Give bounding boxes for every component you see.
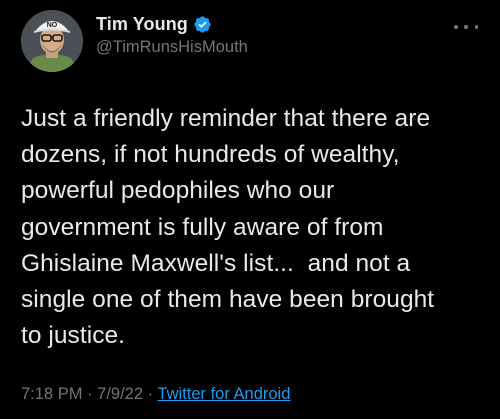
author-block: Tim Young @TimRunsHisMouth — [96, 12, 248, 57]
display-name-row: Tim Young — [96, 12, 248, 36]
more-dot — [454, 25, 458, 29]
display-name[interactable]: Tim Young — [96, 14, 188, 35]
meta-separator: · — [147, 385, 154, 403]
tweet-metadata: 7:18 PM · 7/9/22 · Twitter for Android — [21, 385, 290, 404]
verified-badge-icon — [193, 15, 212, 34]
avatar[interactable]: NO — [21, 10, 83, 72]
tweet-card: NO Tim Young @TimRunsHisMouth Just a fri… — [0, 0, 500, 419]
tweet-source-link[interactable]: Twitter for Android — [157, 385, 290, 403]
avatar-image: NO — [21, 10, 83, 72]
tweet-date[interactable]: 7/9/22 — [97, 385, 143, 403]
more-horizontal-icon[interactable] — [454, 22, 478, 32]
more-dot — [474, 25, 478, 29]
more-dot — [464, 25, 468, 29]
tweet-time[interactable]: 7:18 PM — [21, 385, 82, 403]
meta-separator: · — [87, 385, 93, 403]
user-handle[interactable]: @TimRunsHisMouth — [96, 38, 248, 57]
tweet-text: Just a friendly reminder that there are … — [21, 105, 435, 350]
svg-text:NO: NO — [47, 22, 58, 29]
